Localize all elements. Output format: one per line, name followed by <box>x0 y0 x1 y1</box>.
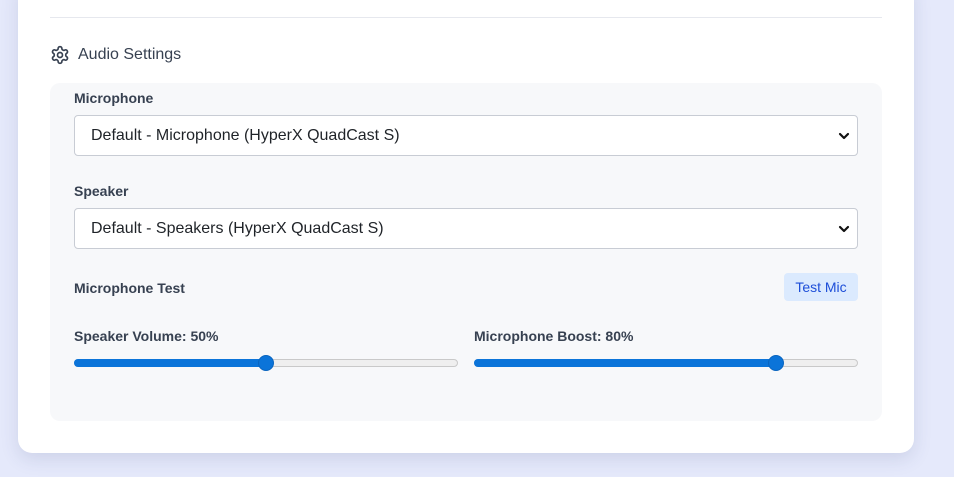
slider-thumb[interactable] <box>258 355 274 371</box>
section-divider <box>50 17 882 18</box>
microphone-select[interactable]: Default - Microphone (HyperX QuadCast S) <box>74 115 858 156</box>
speaker-select[interactable]: Default - Speakers (HyperX QuadCast S) <box>74 208 858 249</box>
microphone-label: Microphone <box>74 90 154 106</box>
speaker-volume-slider[interactable] <box>74 355 458 371</box>
speaker-select-value: Default - Speakers (HyperX QuadCast S) <box>91 219 384 237</box>
microphone-test-label: Microphone Test <box>74 280 185 296</box>
speaker-label: Speaker <box>74 183 129 199</box>
slider-fill <box>74 359 266 367</box>
microphone-select-value: Default - Microphone (HyperX QuadCast S) <box>91 126 400 144</box>
chevron-down-icon <box>838 132 850 139</box>
settings-card: Audio Settings Microphone Default - Micr… <box>18 0 914 453</box>
audio-settings-header: Audio Settings <box>50 44 181 66</box>
microphone-boost-label: Microphone Boost: 80% <box>474 328 634 344</box>
speaker-volume-label: Speaker Volume: 50% <box>74 328 219 344</box>
audio-settings-panel: Microphone Default - Microphone (HyperX … <box>50 83 882 421</box>
slider-thumb[interactable] <box>768 355 785 371</box>
chevron-down-icon <box>838 225 850 232</box>
section-title: Audio Settings <box>78 46 182 63</box>
microphone-boost-slider[interactable] <box>474 355 858 371</box>
gear-icon <box>50 45 70 65</box>
test-mic-button[interactable]: Test Mic <box>784 273 858 301</box>
slider-fill <box>474 359 777 367</box>
